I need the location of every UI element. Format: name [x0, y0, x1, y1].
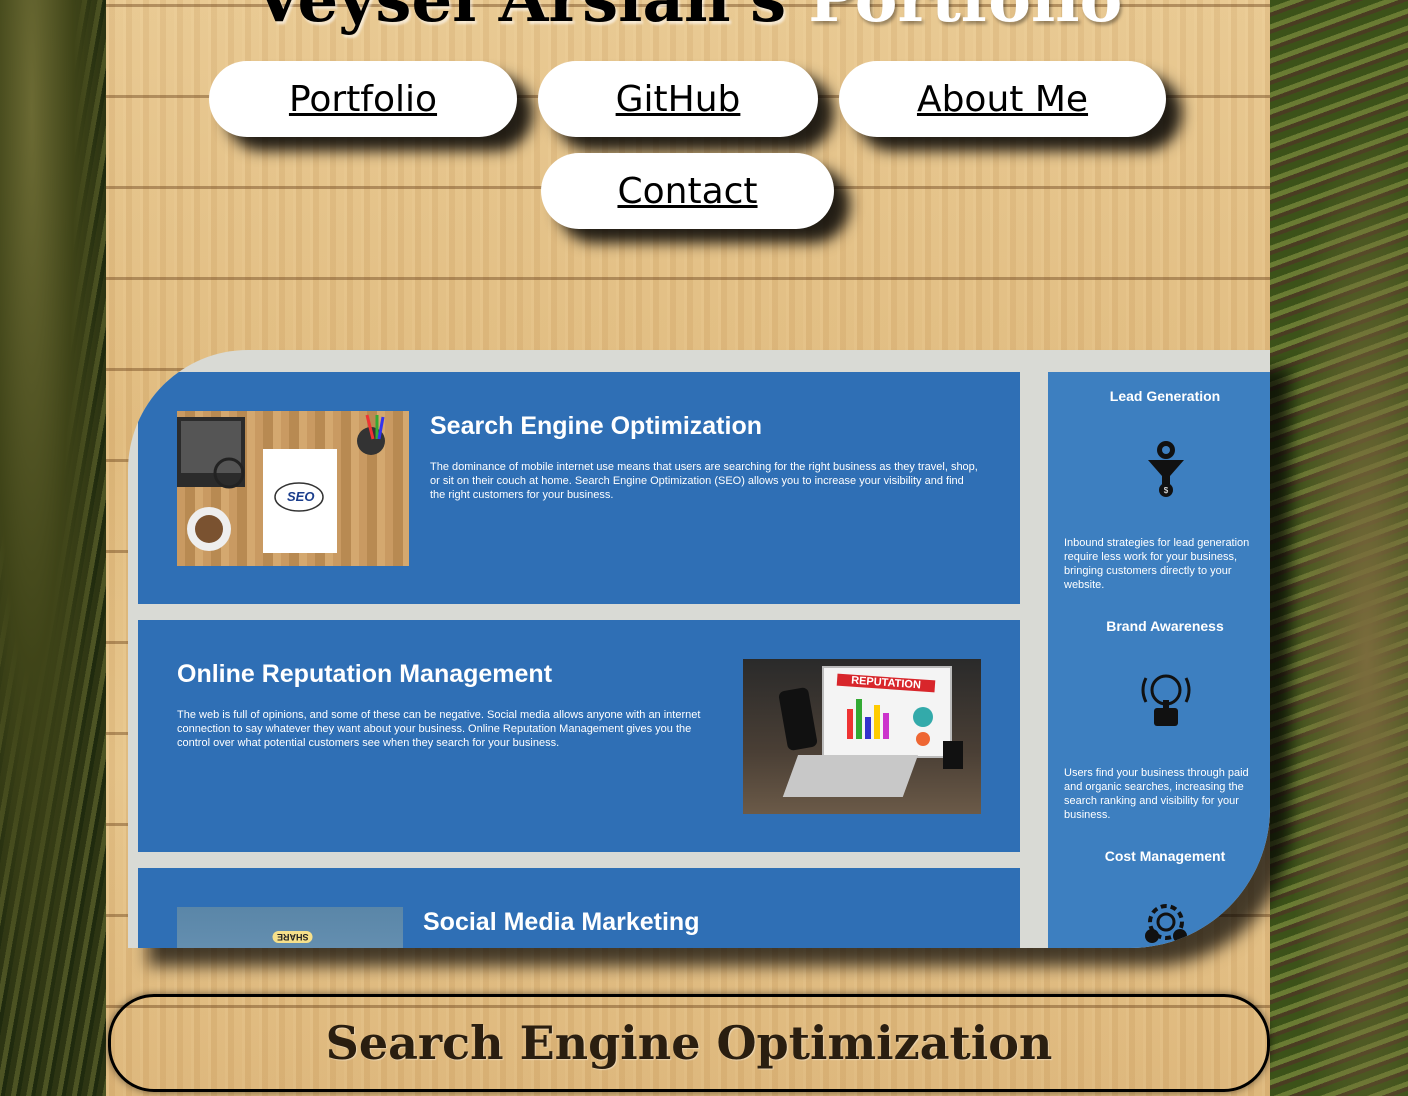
gears-icon [1145, 904, 1187, 943]
benefit-title-cost: Cost Management [1104, 848, 1226, 864]
seo-card-text: The dominance of mobile internet use mea… [430, 461, 978, 501]
site-title: Veysel Arslan's Portfolio [106, 0, 1270, 40]
seo-thumbnail: SEO [177, 411, 409, 566]
reputation-card-text: The web is full of opinions, and some of… [177, 709, 701, 749]
lightbulb-person-icon [1141, 674, 1191, 726]
seo-thumbnail-label: SEO [287, 489, 315, 504]
benefit-title-lead: Lead Generation [1109, 388, 1221, 404]
reputation-card: Online Reputation Management The web is … [138, 620, 1020, 852]
site-title-name: Veysel Arslan's [254, 0, 786, 37]
social-thumbnail-label: SHARE [273, 931, 313, 943]
social-card: SHARE Social Media Marketing [138, 868, 1020, 948]
social-thumbnail: SHARE [177, 907, 403, 948]
benefit-title-brand: Brand Awareness [1106, 618, 1224, 634]
forest-background-left [0, 0, 106, 1096]
nav-portfolio-button[interactable]: Portfolio [209, 61, 517, 137]
funnel-gear-icon: $ [1148, 441, 1184, 497]
section-header: Search Engine Optimization [108, 994, 1270, 1092]
nav-contact-button[interactable]: Contact [541, 153, 834, 229]
nav-github-button[interactable]: GitHub [538, 61, 818, 137]
reputation-card-title: Online Reputation Management [177, 660, 553, 688]
section-title: Search Engine Optimization [325, 1016, 1053, 1070]
nav-about-button[interactable]: About Me [839, 61, 1166, 137]
project-preview[interactable]: SEO Search Engine Optimization The domin… [128, 350, 1270, 948]
site-title-accent: Portfolio [808, 0, 1122, 37]
benefit-text-lead: Inbound strategies for lead generation r… [1064, 537, 1250, 591]
seo-card: SEO Search Engine Optimization The domin… [138, 372, 1020, 604]
benefit-text-brand: Users find your business through paid an… [1064, 767, 1249, 821]
portfolio-page: Veysel Arslan's Portfolio Portfolio GitH… [106, 0, 1270, 1096]
social-card-title: Social Media Marketing [423, 908, 700, 936]
forest-background-right [1270, 0, 1408, 1096]
reputation-thumbnail: REPUTATION [743, 659, 981, 814]
benefits-panel: Lead Generation $ Inbound strategies for… [1048, 372, 1270, 948]
seo-card-title: Search Engine Optimization [430, 412, 762, 440]
svg-text:$: $ [1164, 486, 1169, 495]
